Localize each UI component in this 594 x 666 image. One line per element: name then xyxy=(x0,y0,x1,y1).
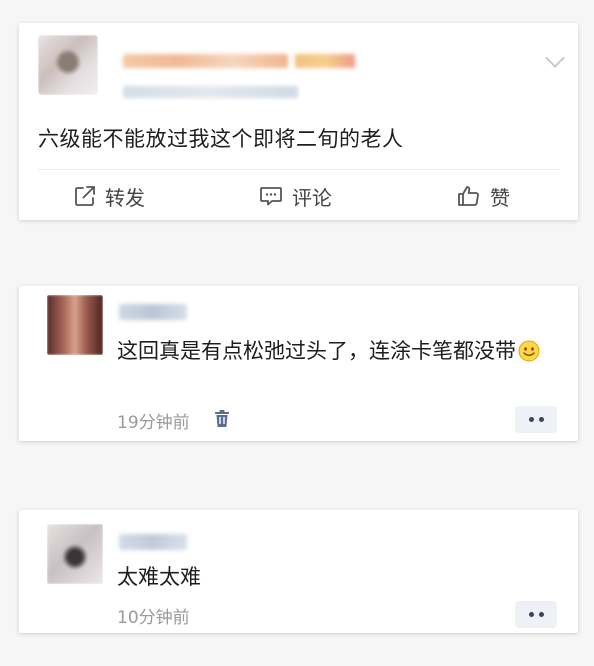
post-text: 六级能不能放过我这个即将二旬的老人 xyxy=(38,127,404,151)
comment-card: 这回真是有点松弛过头了，连涂卡笔都没带 19分钟前 xyxy=(19,286,578,441)
more-dot-icon xyxy=(528,417,534,422)
commenter-avatar[interactable] xyxy=(47,524,103,584)
more-options-button[interactable] xyxy=(515,406,557,433)
comment-card: 太难太难 10分钟前 xyxy=(19,510,578,633)
thumbs-up-icon xyxy=(458,186,479,206)
comment-text: 太难太难 xyxy=(117,565,201,589)
commenter-avatar[interactable] xyxy=(47,295,103,355)
more-options-button[interactable] xyxy=(515,601,557,628)
more-dot-icon xyxy=(538,417,544,422)
post-author-avatar[interactable] xyxy=(38,35,98,95)
forward-button[interactable]: 转发 xyxy=(74,181,145,211)
weibo-post-card: 六级能不能放过我这个即将二旬的老人 转发 评论 赞 xyxy=(19,23,578,220)
more-dot-icon xyxy=(538,612,544,617)
commenter-name-blurred[interactable] xyxy=(119,304,187,320)
more-dot-icon xyxy=(528,612,534,617)
like-button[interactable]: 赞 xyxy=(457,181,510,211)
chevron-down-icon[interactable] xyxy=(545,48,565,68)
comment-icon xyxy=(260,187,282,206)
smiley-face-icon xyxy=(518,340,540,362)
comment-button[interactable]: 评论 xyxy=(259,181,332,211)
forward-icon xyxy=(75,186,95,206)
forward-label: 转发 xyxy=(105,185,145,210)
post-author-name-blurred[interactable] xyxy=(123,54,288,68)
post-author-badge-blurred xyxy=(295,54,355,68)
comment-timestamp: 10分钟前 xyxy=(117,608,190,628)
trash-icon[interactable] xyxy=(215,410,229,427)
post-meta-blurred xyxy=(123,86,298,98)
post-divider xyxy=(38,169,559,170)
like-label: 赞 xyxy=(490,185,510,210)
comment-timestamp: 19分钟前 xyxy=(117,413,190,433)
comment-text: 这回真是有点松弛过头了，连涂卡笔都没带 xyxy=(117,336,562,366)
comment-label: 评论 xyxy=(292,185,332,210)
commenter-name-blurred[interactable] xyxy=(119,534,187,550)
